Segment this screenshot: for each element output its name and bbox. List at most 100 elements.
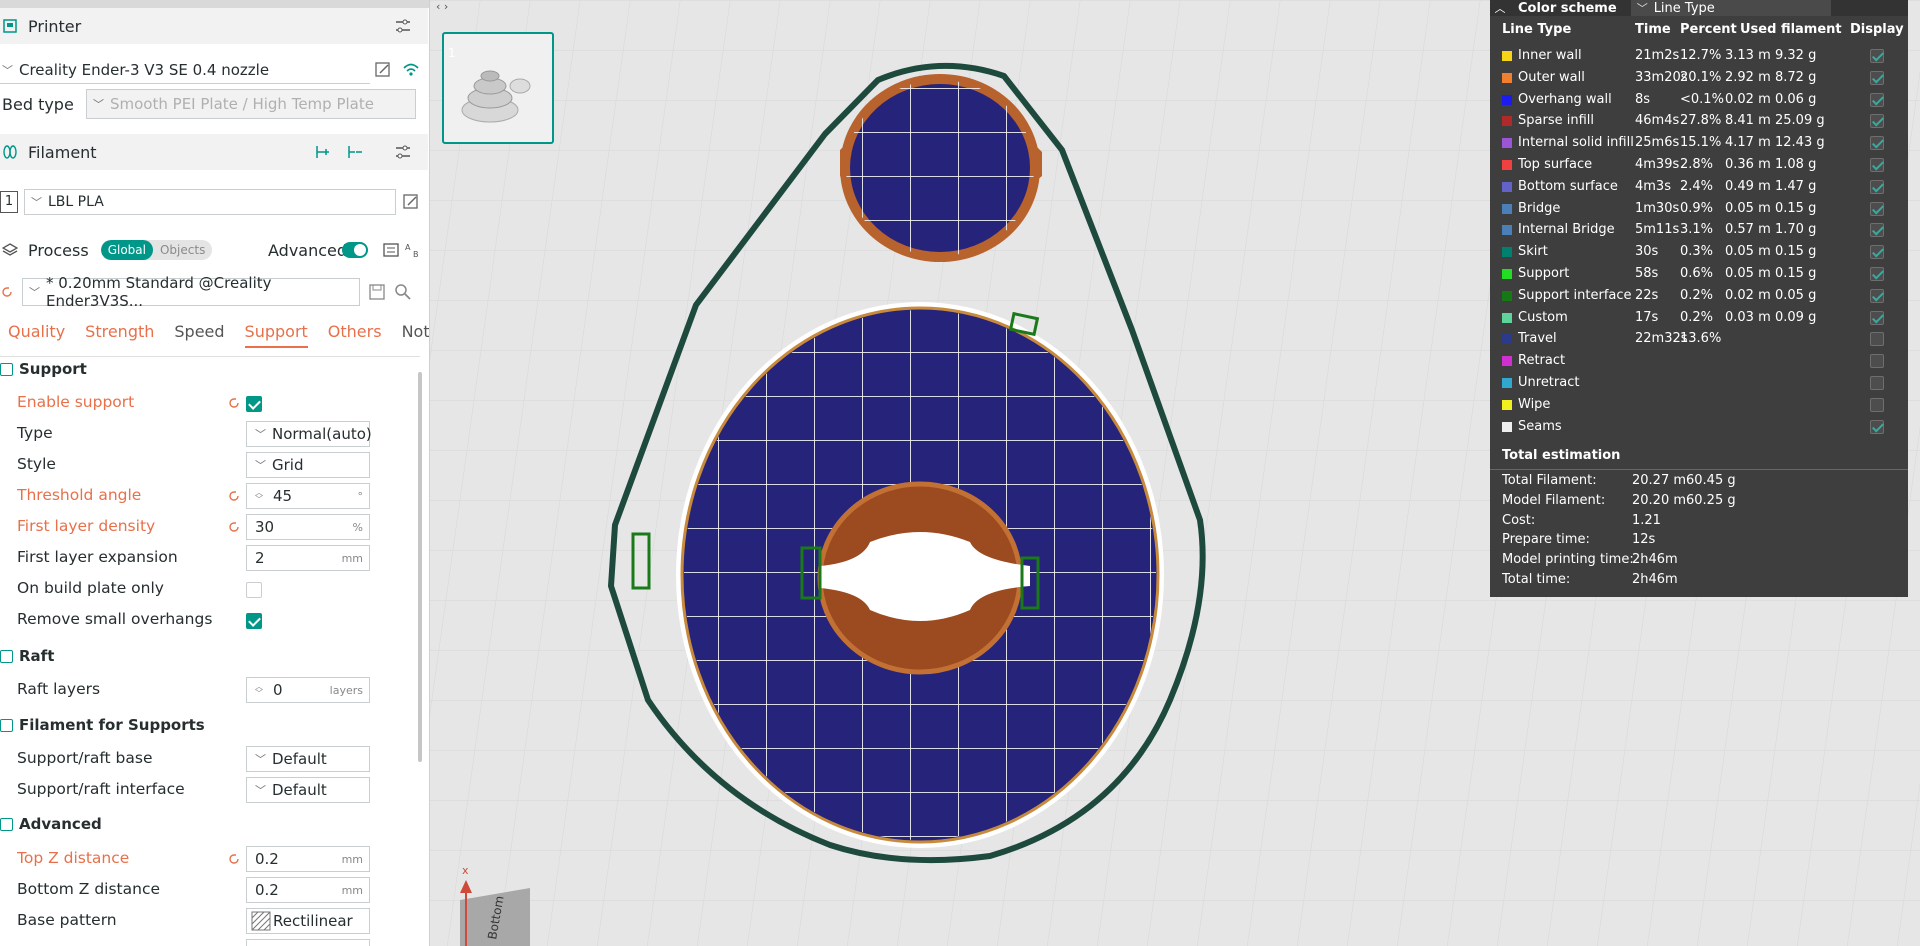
legend-row: Support interface 22s 0.2% 0.02 m 0.05 g bbox=[1502, 286, 1902, 306]
legend-row: Custom 17s 0.2% 0.03 m 0.09 g bbox=[1502, 308, 1902, 328]
reset-icon[interactable] bbox=[227, 489, 241, 503]
raft-layers-input[interactable]: ︿ ﹀ 0 layers bbox=[246, 677, 370, 703]
tab-others[interactable]: Others bbox=[328, 322, 382, 348]
reset-icon[interactable] bbox=[227, 396, 241, 410]
display-checkbox[interactable] bbox=[1870, 114, 1884, 129]
display-checkbox[interactable] bbox=[1870, 49, 1884, 63]
display-checkbox[interactable] bbox=[1870, 354, 1884, 369]
build-plate-only-checkbox[interactable] bbox=[246, 582, 262, 598]
spin-arrows-icon[interactable]: ︿ ﹀ bbox=[255, 489, 263, 504]
collapse-legend-icon[interactable]: ︿ bbox=[1490, 0, 1510, 16]
chevron-down-icon: ﹀ bbox=[255, 428, 266, 441]
total-label: Cost: bbox=[1502, 512, 1536, 528]
display-checkbox[interactable] bbox=[1870, 136, 1884, 151]
process-profile-select[interactable]: ﹀ * 0.20mm Standard @Creality Ender3V3S.… bbox=[22, 274, 360, 310]
line-type-time: 1m30s bbox=[1635, 200, 1680, 216]
tab-speed[interactable]: Speed bbox=[174, 322, 224, 348]
first-layer-expansion-input[interactable]: 2 mm bbox=[246, 545, 370, 571]
scope-global[interactable]: Global bbox=[100, 240, 153, 260]
sidebar-scrollbar[interactable] bbox=[418, 372, 422, 762]
tab-quality[interactable]: Quality bbox=[8, 322, 65, 348]
support-raft-base-select[interactable]: ﹀ Default bbox=[246, 746, 370, 772]
printer-settings-icon[interactable] bbox=[394, 17, 412, 35]
raft-icon bbox=[0, 649, 13, 663]
total-label: Model printing time: bbox=[1502, 552, 1634, 568]
spin-arrows-icon[interactable]: ︿ ﹀ bbox=[255, 683, 263, 698]
color-scheme-select[interactable]: ﹀ Line Type bbox=[1630, 0, 1831, 16]
total-value: 2h46m bbox=[1632, 552, 1678, 568]
tab-notes[interactable]: Notes bbox=[402, 322, 429, 348]
filament-row: 1 ﹀ LBL PLA bbox=[0, 189, 420, 215]
support-group-title: Support bbox=[0, 360, 87, 378]
legend-row: Bottom surface 4m3s 2.4% 0.49 m 1.47 g bbox=[1502, 177, 1902, 197]
enable-support-checkbox[interactable] bbox=[246, 396, 262, 412]
bed-type-select[interactable]: ﹀ Smooth PEI Plate / High Temp Plate bbox=[86, 89, 416, 119]
style-select[interactable]: ﹀ Grid bbox=[246, 452, 370, 478]
base-pattern-select[interactable]: Rectilinear bbox=[246, 908, 370, 934]
line-type-time: 58s bbox=[1635, 266, 1659, 281]
line-type-percent: 2.8% bbox=[1680, 157, 1714, 172]
legend-title: Color scheme bbox=[1518, 0, 1617, 16]
filament-slot-number[interactable]: 1 bbox=[0, 191, 18, 213]
display-checkbox[interactable] bbox=[1870, 310, 1884, 325]
advanced-toggle[interactable] bbox=[342, 242, 368, 258]
filament-section-header[interactable]: Filament bbox=[0, 134, 428, 170]
display-checkbox[interactable] bbox=[1870, 158, 1884, 172]
threshold-angle-value: 45 bbox=[273, 487, 293, 505]
line-type-name: Retract bbox=[1518, 353, 1566, 369]
printer-select[interactable]: ﹀ Creality Ender-3 V3 SE 0.4 nozzle bbox=[0, 56, 370, 84]
next-option-field[interactable] bbox=[246, 939, 370, 946]
display-checkbox[interactable] bbox=[1870, 179, 1884, 194]
type-select[interactable]: ﹀ Normal(auto) bbox=[246, 421, 372, 447]
compare-icon[interactable] bbox=[382, 241, 400, 259]
display-checkbox[interactable] bbox=[1870, 419, 1884, 434]
display-checkbox[interactable] bbox=[1870, 397, 1884, 412]
reset-icon[interactable] bbox=[227, 520, 241, 534]
first-layer-density-input[interactable]: 30 % bbox=[246, 514, 370, 540]
edit-printer-icon[interactable] bbox=[374, 61, 392, 79]
filament-select[interactable]: ﹀ LBL PLA bbox=[24, 189, 396, 215]
bottom-z-distance-unit: mm bbox=[341, 883, 363, 897]
reset-icon[interactable] bbox=[0, 285, 14, 299]
line-type-name: Bridge bbox=[1518, 200, 1561, 216]
display-checkbox[interactable] bbox=[1870, 245, 1884, 260]
ab-icon[interactable]: AB bbox=[404, 241, 422, 259]
support-raft-interface-value: Default bbox=[272, 781, 327, 799]
top-z-distance-unit: mm bbox=[341, 852, 363, 866]
reset-icon[interactable] bbox=[227, 852, 241, 866]
display-checkbox[interactable] bbox=[1870, 201, 1884, 216]
process-tabs: Quality Strength Speed Support Others No… bbox=[0, 322, 429, 348]
edit-filament-icon[interactable] bbox=[402, 193, 420, 211]
filament-settings-icon[interactable] bbox=[394, 143, 412, 161]
display-checkbox[interactable] bbox=[1870, 288, 1884, 303]
legend-header: ︿ Color scheme ﹀ Line Type bbox=[1490, 0, 1908, 16]
scope-objects[interactable]: Objects bbox=[153, 240, 212, 260]
col-line-type: Line Type bbox=[1502, 22, 1572, 37]
remove-filament-icon[interactable] bbox=[346, 143, 364, 161]
save-icon[interactable] bbox=[368, 283, 386, 301]
scope-switch[interactable]: Global Objects bbox=[100, 240, 213, 260]
top-z-distance-input[interactable]: 0.2 mm bbox=[246, 846, 370, 872]
printer-section-header[interactable]: Printer bbox=[0, 8, 428, 44]
process-profile-row: ﹀ * 0.20mm Standard @Creality Ender3V3S.… bbox=[0, 274, 412, 310]
line-type-name: Internal solid infill bbox=[1518, 135, 1634, 151]
line-type-time: 17s bbox=[1635, 309, 1659, 325]
add-filament-icon[interactable] bbox=[314, 143, 332, 161]
legend-row: Bridge 1m30s 0.9% 0.05 m 0.15 g bbox=[1502, 199, 1902, 219]
wifi-icon[interactable] bbox=[402, 61, 420, 79]
display-checkbox[interactable] bbox=[1870, 92, 1884, 107]
threshold-angle-input[interactable]: ︿ ﹀ 45 ° bbox=[246, 483, 370, 509]
support-raft-interface-select[interactable]: ﹀ Default bbox=[246, 777, 370, 803]
display-checkbox[interactable] bbox=[1870, 70, 1884, 85]
display-checkbox[interactable] bbox=[1870, 376, 1884, 390]
bottom-z-distance-input[interactable]: 0.2 mm bbox=[246, 877, 370, 903]
search-icon[interactable] bbox=[394, 283, 412, 301]
chevron-down-icon: ﹀ bbox=[255, 753, 266, 766]
tab-support[interactable]: Support bbox=[244, 322, 308, 348]
tab-strength[interactable]: Strength bbox=[85, 322, 154, 348]
remove-small-overhangs-checkbox[interactable] bbox=[246, 613, 262, 629]
display-checkbox[interactable] bbox=[1870, 223, 1884, 238]
line-type-swatch bbox=[1502, 116, 1512, 127]
display-checkbox[interactable] bbox=[1870, 267, 1884, 281]
display-checkbox[interactable] bbox=[1870, 332, 1884, 347]
